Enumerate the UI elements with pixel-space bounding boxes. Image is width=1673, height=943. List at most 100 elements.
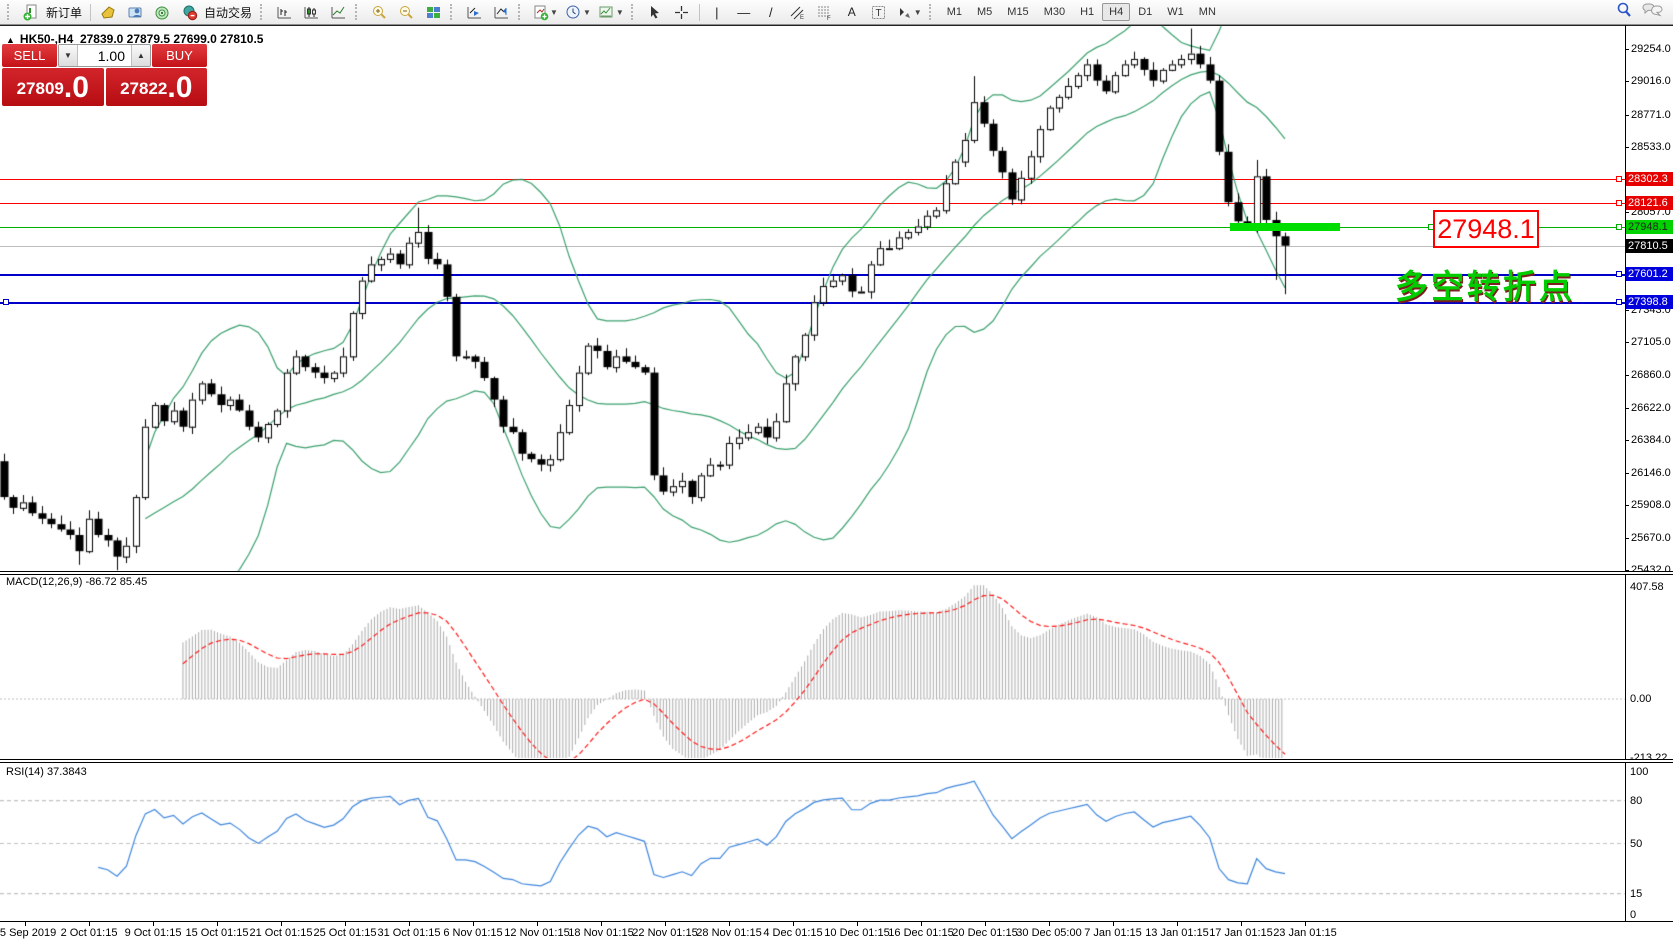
time-axis-label: 22 Nov 01:15 [632,927,697,939]
toolbar-grip[interactable] [518,4,525,20]
chart-canvas[interactable] [0,0,1673,943]
svg-text:E: E [800,15,804,21]
time-axis-tick [921,922,922,926]
price-axis-tick-label: 28771.0 [1631,109,1671,121]
toolbar-separator [699,4,700,21]
thick-green-trend-segment[interactable] [1230,223,1340,231]
time-axis-tick [409,922,410,926]
zoom-out-icon[interactable] [393,2,419,22]
arrows-tool-icon[interactable]: ▼ [893,2,925,22]
toolbar-grip[interactable] [7,4,14,20]
autotrading-label[interactable]: 自动交易 [203,4,256,21]
turning-point-text[interactable]: 多空转折点 [1395,260,1575,308]
volume-increase-button[interactable]: ▲ [131,45,150,66]
price-badge-27810.5: 27810.5 [1626,239,1673,253]
chart-shift-icon[interactable] [488,2,514,22]
time-axis-label: 16 Dec 01:15 [888,927,953,939]
line-handle[interactable] [1616,224,1622,230]
price-callout-label[interactable]: 27948.1 [1433,210,1539,248]
tile-windows-icon[interactable] [420,2,446,22]
buy-button[interactable]: BUY [152,44,207,67]
toolbar-grip[interactable] [450,4,457,20]
tab-timeframe-m15[interactable]: M15 [1000,3,1035,21]
auto-scroll-icon[interactable] [461,2,487,22]
sell-price-button[interactable]: 27809.0 [2,68,104,106]
time-axis-label: 13 Jan 01:15 [1145,927,1209,939]
crosshair-icon[interactable] [669,2,695,22]
time-axis-label: 30 Dec 05:00 [1016,927,1081,939]
time-axis-tick [153,922,154,926]
label-tool-icon[interactable]: T [866,2,892,22]
buy-price-frac: .0 [167,72,192,104]
tab-timeframe-m1[interactable]: M1 [940,3,969,21]
price-axis-tick-label: 26622.0 [1631,402,1671,414]
fibonacci-icon[interactable]: F [812,2,838,22]
line-handle[interactable] [1616,299,1622,305]
time-axis-tick [793,922,794,926]
macd-panel-separator[interactable] [0,571,1673,575]
buy-price-button[interactable]: 27822.0 [106,68,208,106]
time-axis-label: 20 Dec 01:15 [952,927,1017,939]
toolbar-grip[interactable] [260,4,267,20]
svg-text:F: F [827,16,831,21]
toolbar-grip[interactable] [355,4,362,20]
line-chart-icon[interactable] [325,2,351,22]
signals-icon[interactable] [149,2,175,22]
candlestick-chart-icon[interactable] [298,2,324,22]
price-axis-tick-label: 26146.0 [1631,467,1671,479]
time-axis-label: 15 Oct 01:15 [186,927,249,939]
trendline-icon[interactable]: / [758,2,784,22]
dropdown-arrow-icon: ▼ [616,8,624,17]
tab-timeframe-h4[interactable]: H4 [1102,3,1130,21]
text-tool-icon[interactable]: A [839,2,865,22]
line-handle[interactable] [1616,200,1622,206]
horizontal-line-icon[interactable]: — [731,2,757,22]
time-axis-tick [1241,922,1242,926]
line-handle[interactable] [3,299,9,305]
line-handle[interactable] [1616,271,1622,277]
tab-timeframe-d1[interactable]: D1 [1131,3,1159,21]
cursor-icon[interactable] [642,2,668,22]
time-axis-label: 17 Jan 01:15 [1209,927,1273,939]
rsi-axis-label: 100 [1630,766,1648,778]
time-axis-label: 21 Oct 01:15 [250,927,313,939]
vertical-line-icon[interactable]: | [704,2,730,22]
periods-icon[interactable]: ▼ [562,2,594,22]
time-axis-label: 2 Oct 01:15 [61,927,118,939]
channel-icon[interactable]: E [785,2,811,22]
zoom-in-icon[interactable] [366,2,392,22]
rsi-axis-label: 50 [1630,838,1642,850]
line-handle[interactable] [1616,176,1622,182]
volume-decrease-button[interactable]: ▼ [59,45,78,66]
time-axis-tick [665,922,666,926]
tab-timeframe-m5[interactable]: M5 [970,3,999,21]
volume-input[interactable]: 1.00 [78,45,131,66]
tab-timeframe-h1[interactable]: H1 [1073,3,1101,21]
new-order-icon[interactable] [18,2,44,22]
bar-chart-icon[interactable] [271,2,297,22]
tab-timeframe-w1[interactable]: W1 [1160,3,1191,21]
rsi-axis-label: 80 [1630,795,1642,807]
toolbar-grip[interactable] [929,4,936,20]
dropdown-arrow-icon: ▼ [583,8,591,17]
macd-axis-label: 0.00 [1630,693,1651,705]
time-axis-tick [281,922,282,926]
search-icon[interactable] [1615,1,1633,24]
add-indicator-icon[interactable]: ▼ [529,2,561,22]
tab-timeframe-m30[interactable]: M30 [1037,3,1072,21]
templates-icon[interactable]: ▼ [595,2,627,22]
mt4-window: 新订单 自动交易 [0,0,1673,943]
new-order-label[interactable]: 新订单 [45,4,86,21]
tab-timeframe-mn[interactable]: MN [1192,3,1223,21]
toolbar-grip[interactable] [631,4,638,20]
time-axis-tick [345,922,346,926]
price-badge-27398.8: 27398.8 [1626,295,1673,309]
time-axis-label: 4 Dec 01:15 [763,927,822,939]
rsi-panel-separator[interactable] [0,759,1673,763]
marketwatch-icon[interactable] [95,2,121,22]
publisher-icon[interactable] [122,2,148,22]
chat-icon[interactable] [1641,2,1663,23]
autotrading-icon[interactable] [176,2,202,22]
time-axis-label: 28 Nov 01:15 [696,927,761,939]
sell-button[interactable]: SELL [2,44,57,67]
